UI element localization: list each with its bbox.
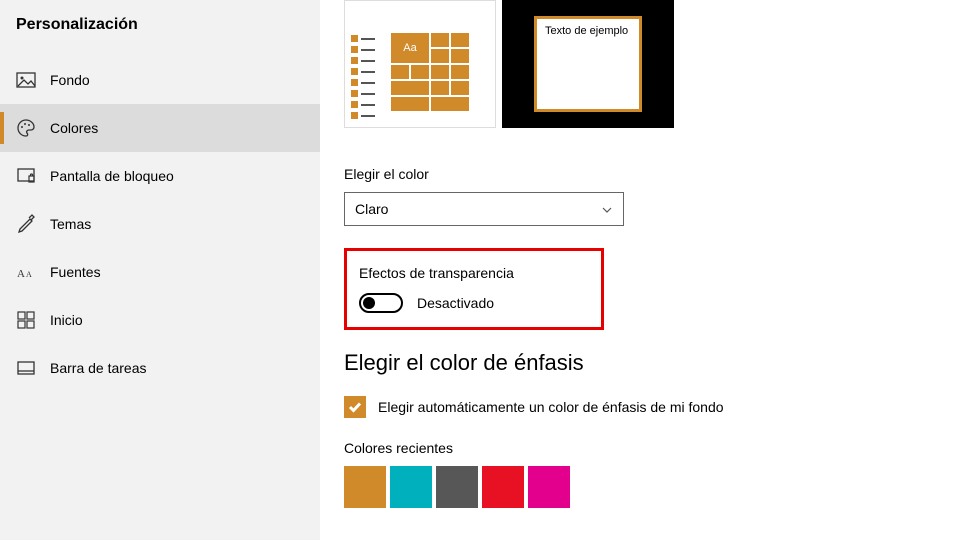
auto-accent-checkbox[interactable] — [344, 396, 366, 418]
tile-aa: Aa — [391, 33, 429, 63]
color-swatch-1[interactable] — [390, 466, 432, 508]
sidebar-item-label: Fuentes — [50, 264, 101, 280]
sidebar-title: Personalización — [0, 10, 320, 56]
sidebar-item-label: Fondo — [50, 72, 90, 88]
sidebar-item-label: Pantalla de bloqueo — [50, 168, 174, 184]
preview-row: Aa Texto de ejemplo — [344, 0, 971, 128]
svg-text:A: A — [26, 270, 32, 279]
choose-color-label: Elegir el color — [344, 166, 971, 182]
transparency-label: Efectos de transparencia — [359, 265, 589, 281]
svg-text:A: A — [17, 268, 25, 280]
fonts-icon: AA — [16, 262, 36, 282]
choose-color-dropdown[interactable]: Claro — [344, 192, 624, 226]
color-swatch-2[interactable] — [436, 466, 478, 508]
picture-icon — [16, 70, 36, 90]
window-preview-text: Texto de ejemplo — [534, 16, 642, 112]
sidebar-item-barra-tareas[interactable]: Barra de tareas — [0, 344, 320, 392]
taskbar-icon — [16, 358, 36, 378]
auto-accent-row[interactable]: Elegir automáticamente un color de énfas… — [344, 396, 971, 418]
sidebar-item-pantalla-bloqueo[interactable]: Pantalla de bloqueo — [0, 152, 320, 200]
palette-icon — [16, 118, 36, 138]
transparency-highlight: Efectos de transparencia Desactivado — [344, 248, 604, 330]
sidebar-item-fuentes[interactable]: AA Fuentes — [0, 248, 320, 296]
transparency-toggle[interactable] — [359, 293, 403, 313]
transparency-state: Desactivado — [417, 295, 494, 311]
sidebar-item-label: Temas — [50, 216, 91, 232]
start-icon — [16, 310, 36, 330]
color-swatch-0[interactable] — [344, 466, 386, 508]
sidebar-item-inicio[interactable]: Inicio — [0, 296, 320, 344]
sidebar-item-label: Barra de tareas — [50, 360, 147, 376]
main-panel: Aa Texto de ejemplo Elegir el color Clar… — [320, 0, 971, 540]
auto-accent-label: Elegir automáticamente un color de énfas… — [378, 399, 724, 415]
color-swatch-3[interactable] — [482, 466, 524, 508]
sidebar-item-label: Colores — [50, 120, 98, 136]
sidebar-item-temas[interactable]: Temas — [0, 200, 320, 248]
themes-icon — [16, 214, 36, 234]
sidebar: Personalización Fondo Colores Pantalla d… — [0, 0, 320, 540]
sidebar-item-label: Inicio — [50, 312, 83, 328]
window-preview: Texto de ejemplo — [502, 0, 674, 128]
start-menu-preview: Aa — [344, 0, 496, 128]
accent-heading: Elegir el color de énfasis — [344, 350, 971, 376]
check-icon — [347, 399, 363, 415]
sidebar-item-colores[interactable]: Colores — [0, 104, 320, 152]
toggle-knob — [363, 297, 375, 309]
lock-screen-icon — [16, 166, 36, 186]
chevron-down-icon — [601, 203, 613, 215]
sidebar-item-fondo[interactable]: Fondo — [0, 56, 320, 104]
recent-colors-row — [344, 466, 971, 508]
color-swatch-4[interactable] — [528, 466, 570, 508]
dropdown-value: Claro — [355, 201, 388, 217]
recent-colors-label: Colores recientes — [344, 440, 971, 456]
